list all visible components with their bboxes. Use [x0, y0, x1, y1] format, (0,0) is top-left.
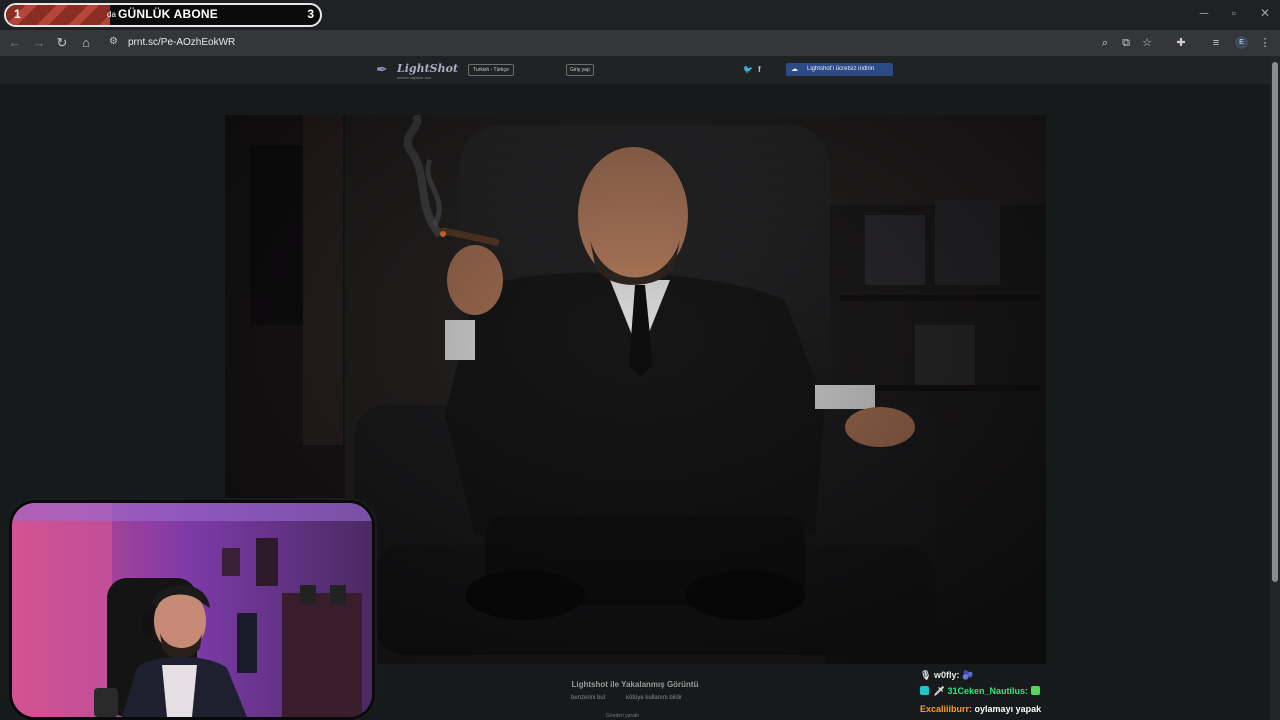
chat-message: 🎙 w0fly: 🫐: [920, 670, 973, 681]
webcam-overlay: [9, 500, 375, 720]
chat-username: 31Ceken_Nautilus:: [947, 686, 1028, 696]
minimize-button[interactable]: ─: [1196, 6, 1212, 20]
bookmark-star-icon[interactable]: ☆: [1139, 35, 1155, 51]
language-select[interactable]: Turkish - Türkçe: [468, 64, 514, 76]
sub-goal-start: 1: [14, 7, 21, 21]
download-label: Lightshot'ı ücretsiz indirin: [807, 66, 875, 72]
chat-username: w0fly:: [933, 670, 960, 680]
emote-icon: 🫐: [961, 670, 974, 680]
restore-button[interactable]: ▫: [1226, 6, 1242, 20]
report-abuse-link[interactable]: kötüye kullanım bildir: [626, 695, 682, 701]
sub-goal-fill: [6, 5, 110, 25]
download-button[interactable]: ☁ Lightshot'ı ücretsiz indirin: [786, 63, 893, 76]
reload-icon[interactable]: ↻: [53, 34, 71, 52]
mic-badge-icon: 🎙: [920, 670, 932, 680]
back-icon[interactable]: ←: [6, 34, 24, 52]
site-settings-icon[interactable]: ⚙: [109, 36, 121, 48]
lightshot-header: [0, 56, 1270, 84]
feather-icon: ✒: [376, 61, 388, 77]
sub-goal-end: 3: [307, 7, 314, 21]
sub-goal-title: GÜNLÜK ABONE: [118, 7, 218, 21]
install-icon[interactable]: ⧉: [1118, 35, 1134, 51]
facebook-icon[interactable]: f: [758, 65, 761, 74]
image-caption: Lightshot ile Yakalanmış Görüntü: [571, 680, 699, 689]
chat-message: Excaliiiburr: oylamayı yapak: [920, 704, 1041, 714]
media-controls-icon[interactable]: ≡: [1208, 35, 1224, 51]
chat-username: Excaliiiburr:: [920, 704, 973, 714]
extensions-icon[interactable]: ✚: [1173, 35, 1189, 51]
home-icon[interactable]: ⌂: [77, 34, 95, 52]
profile-icon[interactable]: E: [1235, 36, 1248, 49]
download-cloud-icon: ☁: [791, 66, 798, 73]
login-button[interactable]: Giriş yap: [566, 64, 594, 76]
close-button[interactable]: ✕: [1257, 6, 1273, 20]
share-link[interactable]: Gönderi yarattı: [606, 713, 639, 719]
forward-icon[interactable]: →: [30, 34, 48, 52]
moderator-badge-icon: 🗡: [933, 686, 945, 696]
sub-goal-small-text: da: [107, 10, 116, 19]
sub-goal-progress-bar: 1 da GÜNLÜK ABONE 3: [4, 3, 322, 27]
chat-text: oylamayı yapak: [974, 704, 1042, 714]
emote-icon: [1030, 686, 1040, 695]
lightshot-tagline: screen capture tool: [397, 75, 432, 80]
url-bar[interactable]: prnt.sc/Pe-AOzhEokWR: [128, 37, 235, 48]
lightshot-logo[interactable]: LightShot: [397, 62, 458, 75]
twitter-icon[interactable]: 🐦: [743, 65, 753, 74]
menu-icon[interactable]: ⋮: [1257, 35, 1273, 51]
scrollbar-thumb[interactable]: [1272, 62, 1278, 582]
chat-message: 🗡 31Ceken_Nautilus:: [920, 686, 1042, 697]
find-similar-link[interactable]: benzerini bul: [571, 695, 605, 701]
zoom-icon[interactable]: ⌕: [1097, 35, 1113, 51]
browser-toolbar: ← → ↻ ⌂ ⚙ prnt.sc/Pe-AOzhEokWR ⌕ ⧉ ☆ ✚ ≡…: [0, 30, 1280, 56]
subscriber-badge-icon: [920, 686, 929, 695]
